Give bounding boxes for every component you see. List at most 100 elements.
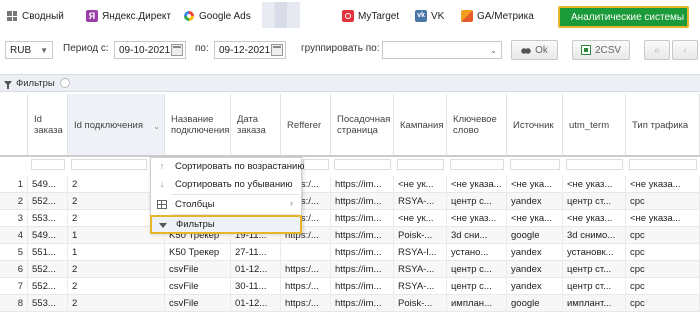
tab-summary[interactable]: Сводный <box>6 7 64 25</box>
row-number-cell: 4 <box>0 227 28 244</box>
table-row[interactable]: 4 549... 1 K50 Трекер 19-11... https:/... http… <box>0 227 700 244</box>
tab-yandex-direct[interactable]: Яндекс.Директ <box>86 7 171 25</box>
calendar-icon[interactable] <box>271 44 283 56</box>
column-filter-input[interactable] <box>510 159 560 170</box>
source-cell: yandex <box>507 193 563 210</box>
campaign-cell: Poisk-... <box>394 295 447 312</box>
filter-bar: Фильтры <box>0 74 700 92</box>
column-header-label: Посадочная страница <box>337 114 391 136</box>
double-chevron-left-icon: « <box>654 44 660 56</box>
column-header-label: Дата заказа <box>237 114 266 136</box>
keyword-cell: <не указ... <box>447 210 507 227</box>
currency-value: RUB <box>10 44 32 56</box>
table-row[interactable]: 2552...2https:/...https://im...RSYA-...ц… <box>0 193 700 210</box>
column-header-landing-page[interactable]: Посадочная страница <box>331 94 394 156</box>
column-header-campaign[interactable]: Кампания <box>394 94 447 156</box>
tab-label: GA/Метрика <box>477 10 534 22</box>
table-row[interactable]: 1549...2https:/...https://im...<не ук...… <box>0 176 700 193</box>
campaign-cell: RSYA-l... <box>394 244 447 261</box>
calendar-icon[interactable] <box>171 44 183 56</box>
table-row[interactable]: 5 551... 1 K50 Трекер 27-11... https://im... R… <box>0 244 700 261</box>
utm-term-cell: <не указ... <box>563 210 626 227</box>
chevron-down-icon: ⌄ <box>490 46 497 55</box>
filter-chip[interactable]: Фильтры <box>4 78 55 89</box>
column-filter-input[interactable] <box>71 159 147 170</box>
filter-label: Фильтры <box>16 78 55 89</box>
tab-vk[interactable]: VK <box>415 7 444 25</box>
menu-item-label: Сортировать по возрастанию <box>175 161 305 172</box>
menu-item-sort-asc[interactable]: ↑ Сортировать по возрастанию <box>151 158 305 175</box>
menu-item-sort-desc[interactable]: ↓ Сортировать по убыванию <box>151 176 301 193</box>
landing-page-cell: https://im... <box>331 278 394 295</box>
column-header-label: Id подключения <box>74 119 143 131</box>
traffic-type-cell: <не указа... <box>626 210 700 227</box>
row-number-cell: 7 <box>0 278 28 295</box>
date-from-input[interactable]: 09-10-2021 <box>114 41 186 59</box>
utm-term-cell: <не указ... <box>563 176 626 193</box>
column-filter-input[interactable] <box>303 159 329 170</box>
table-row[interactable]: 8 553... 2 csvFile 01-12... https:/... https:/… <box>0 295 700 312</box>
export-csv-button[interactable]: 2CSV <box>572 40 630 60</box>
prev-page-button[interactable]: ‹ <box>672 40 698 60</box>
utm-term-cell: центр ст... <box>563 278 626 295</box>
column-header-connection-id[interactable]: Id подключения ⌄ <box>68 94 165 156</box>
connection-name-cell: csvFile <box>165 295 231 312</box>
menu-item-columns[interactable]: Столбцы › <box>151 196 301 213</box>
ok-button[interactable]: Ok <box>511 40 558 60</box>
column-filter-input[interactable] <box>629 159 697 170</box>
tab-mytarget[interactable]: MyTarget <box>342 7 399 25</box>
tab-analytics-systems[interactable]: Аналитические системы <box>558 6 689 28</box>
tab-ga-metrika[interactable]: GA/Метрика <box>461 7 534 25</box>
first-page-button[interactable]: « <box>644 40 670 60</box>
menu-item-filters[interactable]: Фильтры <box>150 215 302 234</box>
column-header-keyword[interactable]: Ключевое слово <box>447 94 507 156</box>
campaign-cell: RSYA-... <box>394 261 447 278</box>
chevron-right-icon: › <box>290 198 293 208</box>
clear-filter-icon[interactable] <box>60 78 70 88</box>
chevron-down-icon: ▼ <box>40 46 48 55</box>
order-date-cell: 27-11... <box>231 244 281 261</box>
date-from-value: 09-10-2021 <box>119 44 171 56</box>
column-menu-icon[interactable]: ⌄ <box>153 121 160 132</box>
column-header-traffic-type[interactable]: Тип трафика <box>626 94 700 156</box>
column-header-source[interactable]: Источник <box>507 94 563 156</box>
ga-metrika-icon <box>461 10 473 22</box>
group-by-select[interactable]: ⌄ <box>382 41 502 59</box>
funnel-icon <box>159 223 167 228</box>
connection-name-cell: csvFile <box>165 278 231 295</box>
source-cell: yandex <box>507 244 563 261</box>
currency-select[interactable]: RUB ▼ <box>5 41 53 59</box>
source-cell: <не ука... <box>507 176 563 193</box>
table-row[interactable]: 7 552... 2 csvFile 30-11... https:/... https:/… <box>0 278 700 295</box>
column-header-connection-name[interactable]: Название подключения <box>165 94 231 156</box>
column-filter-input[interactable] <box>31 159 65 170</box>
column-filter-input[interactable] <box>334 159 391 170</box>
tab-label: MyTarget <box>358 10 400 22</box>
column-filter-input[interactable] <box>450 159 504 170</box>
landing-page-cell: https://im... <box>331 176 394 193</box>
utm-term-cell: центр ст... <box>563 193 626 210</box>
connection-name-cell: K50 Трекер <box>165 244 231 261</box>
google-ads-icon <box>183 10 195 22</box>
menu-separator <box>171 194 299 195</box>
referrer-cell: https:/... <box>281 295 331 312</box>
referrer-cell <box>281 244 331 261</box>
table-row[interactable]: 3553...2https:/...https://im...<не ук...… <box>0 210 700 227</box>
vk-icon <box>415 10 427 22</box>
column-filter-input[interactable] <box>397 159 444 170</box>
date-to-input[interactable]: 09-12-2021 <box>214 41 286 59</box>
tab-label: VK <box>431 10 445 22</box>
column-header-utm-term[interactable]: utm_term <box>563 94 626 156</box>
table-row[interactable]: 6 552... 2 csvFile 01-12... https:/... https:/… <box>0 261 700 278</box>
period-from-label: Период с: <box>63 43 109 54</box>
tab-google-ads[interactable]: Google Ads <box>183 7 251 25</box>
traffic-type-cell: cpc <box>626 244 700 261</box>
column-filter-input[interactable] <box>566 159 623 170</box>
column-header-order-id[interactable]: Id заказа <box>28 94 68 156</box>
utm-term-cell: установк... <box>563 244 626 261</box>
campaign-cell: <не ук... <box>394 176 447 193</box>
tab-label: Сводный <box>22 10 64 22</box>
column-header-order-date[interactable]: Дата заказа <box>231 94 281 156</box>
column-header-referrer[interactable]: Refferer <box>281 94 331 156</box>
order-id-cell: 552... <box>28 278 68 295</box>
